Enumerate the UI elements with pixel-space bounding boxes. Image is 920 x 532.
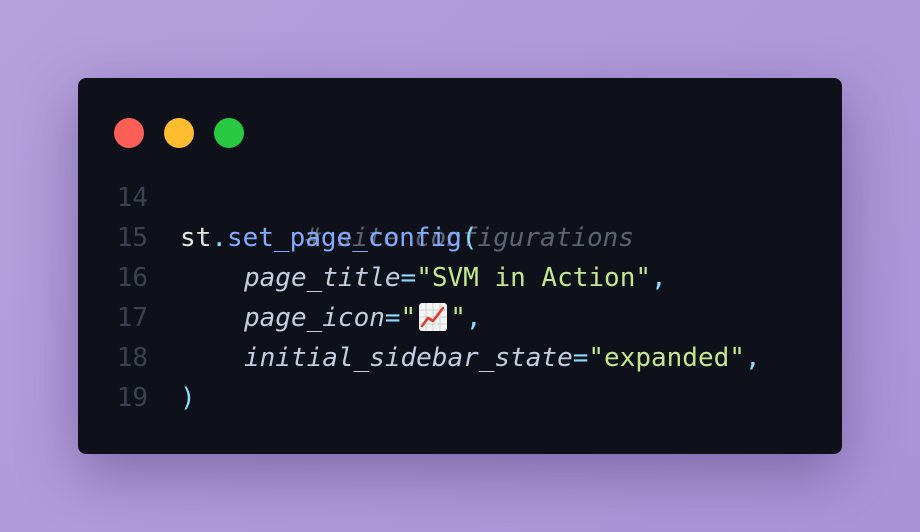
code-line: 18 initial_sidebar_state="expanded",: [78, 338, 842, 378]
minimize-dot-icon[interactable]: [164, 118, 194, 148]
line-number: 15: [116, 223, 148, 253]
param-name: initial_sidebar_state: [244, 343, 573, 373]
code-line: 17 page_icon=" ",: [78, 298, 842, 338]
string-value: "SVM in Action": [416, 263, 652, 293]
equals-operator: =: [384, 303, 401, 333]
code-line: 14 # site configurations: [78, 178, 842, 253]
code-line: 15 st.set_page_config(: [78, 218, 842, 258]
line-number: 18: [116, 343, 148, 373]
comma: ,: [465, 303, 482, 333]
comma: ,: [744, 343, 761, 373]
close-paren: ): [180, 383, 196, 413]
module-name: st: [180, 223, 212, 253]
equals-operator: =: [400, 263, 417, 293]
string-quote: ": [400, 303, 417, 333]
param-name: page_title: [244, 263, 401, 293]
window-controls: [114, 118, 244, 148]
chart-increasing-icon: [418, 302, 448, 332]
equals-operator: =: [572, 343, 589, 373]
line-number: 17: [116, 303, 148, 333]
param-name: page_icon: [244, 303, 385, 333]
open-paren: (: [461, 223, 478, 253]
code-window: 14 # site configurations 15 st.set_page_…: [78, 78, 842, 454]
string-value: "expanded": [588, 343, 745, 373]
code-block: 14 # site configurations 15 st.set_page_…: [78, 178, 842, 418]
dot-operator: .: [211, 223, 227, 253]
maximize-dot-icon[interactable]: [214, 118, 244, 148]
line-number: 14: [116, 183, 148, 213]
line-number: 16: [116, 263, 148, 293]
code-line: 16 page_title="SVM in Action",: [78, 258, 842, 298]
comma: ,: [651, 263, 667, 293]
code-line: 19 ): [78, 378, 842, 418]
line-number: 19: [116, 383, 148, 413]
close-dot-icon[interactable]: [114, 118, 144, 148]
function-name: set_page_config: [226, 223, 462, 253]
string-quote: ": [450, 303, 466, 333]
